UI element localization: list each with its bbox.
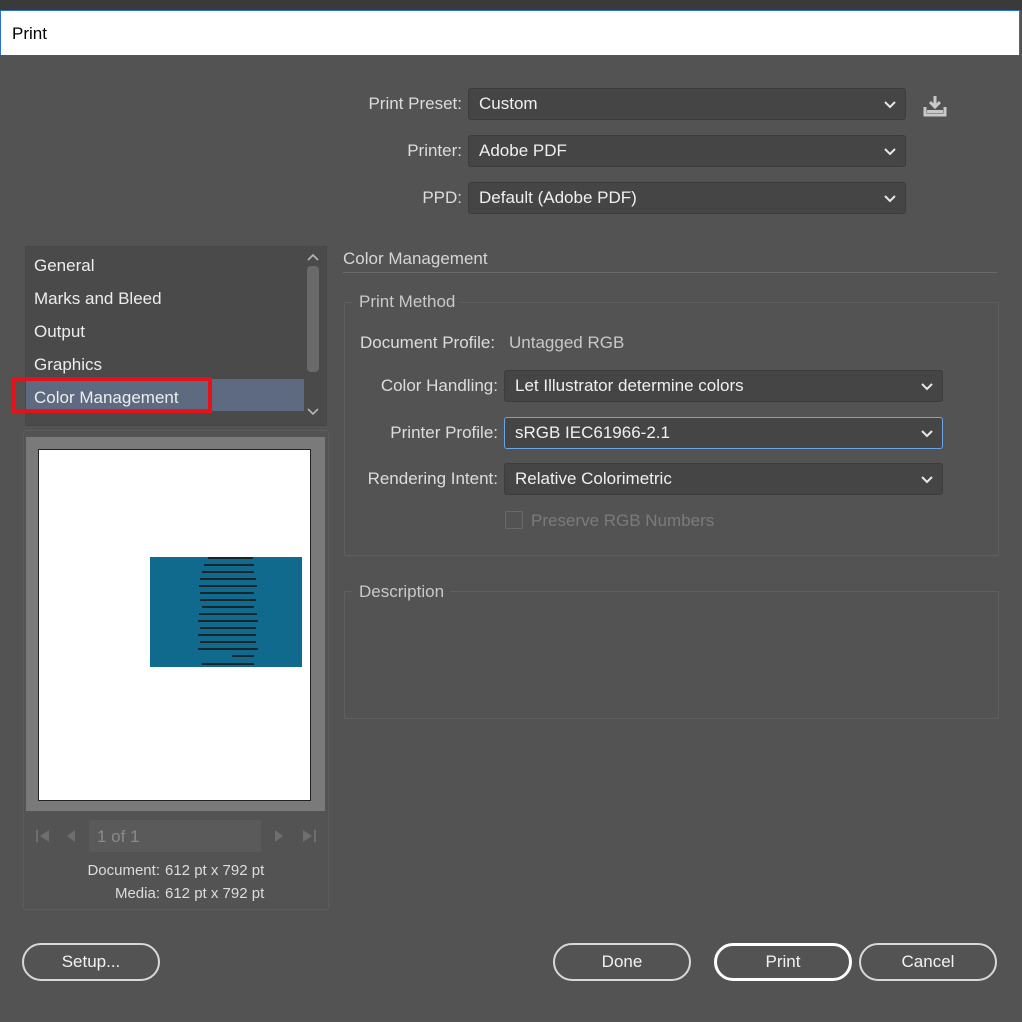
- section-title: Color Management: [343, 249, 488, 268]
- sidebar-item-graphics[interactable]: Graphics: [34, 355, 102, 375]
- sidebar-item-general[interactable]: General: [34, 256, 94, 276]
- chevron-down-icon: [921, 476, 933, 484]
- chevron-down-icon: [884, 148, 896, 156]
- print-button[interactable]: Print: [714, 943, 852, 981]
- printer-value: Adobe PDF: [479, 141, 567, 160]
- print-method-title: Print Method: [353, 292, 462, 312]
- chevron-down-icon: [921, 430, 933, 438]
- color-handling-value: Let Illustrator determine colors: [515, 376, 744, 395]
- highlight-annotation-box: [11, 377, 212, 413]
- section-divider: [343, 272, 997, 273]
- preserve-rgb-label: Preserve RGB Numbers: [531, 511, 715, 530]
- chevron-down-icon: [921, 383, 933, 391]
- description-group: [344, 591, 999, 719]
- window-title: Print: [12, 24, 47, 43]
- chevron-down-icon: [884, 101, 896, 109]
- preserve-rgb-checkbox[interactable]: [505, 511, 523, 529]
- color-handling-select[interactable]: Let Illustrator determine colors: [504, 370, 943, 402]
- rendering-intent-select[interactable]: Relative Colorimetric: [504, 463, 943, 495]
- printer-select[interactable]: Adobe PDF: [468, 135, 906, 167]
- ppd-label: PPD:: [422, 188, 462, 207]
- cancel-button[interactable]: Cancel: [859, 943, 997, 981]
- done-button[interactable]: Done: [553, 943, 691, 981]
- print-preset-select[interactable]: Custom: [468, 88, 906, 120]
- chevron-down-icon: [884, 195, 896, 203]
- rendering-intent-label: Rendering Intent:: [367, 469, 498, 488]
- printer-label: Printer:: [407, 141, 462, 160]
- window-top-strip: [0, 0, 1022, 10]
- document-profile-label: Document Profile:: [360, 333, 496, 352]
- printer-profile-label: Printer Profile:: [390, 423, 498, 442]
- ppd-select[interactable]: Default (Adobe PDF): [468, 182, 906, 214]
- print-preset-label: Print Preset:: [368, 94, 462, 113]
- printer-profile-value: sRGB IEC61966-2.1: [515, 423, 670, 442]
- description-title: Description: [353, 582, 451, 602]
- preview-panel-border: [23, 430, 329, 910]
- category-list-scrollbar[interactable]: [304, 246, 322, 424]
- sidebar-item-output[interactable]: Output: [34, 322, 85, 342]
- document-profile-value: Untagged RGB: [509, 333, 625, 352]
- sidebar-item-marks-and-bleed[interactable]: Marks and Bleed: [34, 289, 162, 309]
- save-preset-icon[interactable]: [923, 95, 947, 117]
- printer-profile-select[interactable]: sRGB IEC61966-2.1: [504, 417, 943, 449]
- title-bar: Print: [0, 10, 1020, 55]
- print-preset-value: Custom: [479, 94, 538, 113]
- ppd-value: Default (Adobe PDF): [479, 188, 637, 207]
- setup-button[interactable]: Setup...: [22, 943, 160, 981]
- rendering-intent-value: Relative Colorimetric: [515, 469, 672, 488]
- color-handling-label: Color Handling:: [380, 376, 498, 395]
